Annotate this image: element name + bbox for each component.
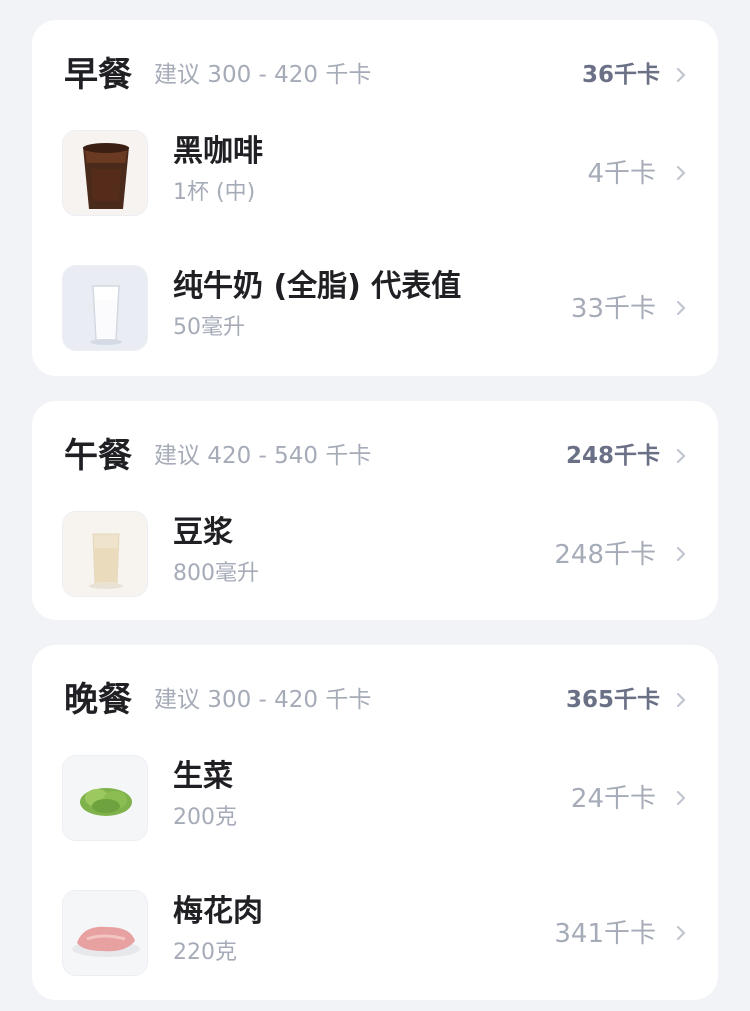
food-amount: 1杯 (中) [173, 180, 256, 205]
pork-icon [62, 890, 148, 976]
food-item-whole-milk[interactable]: 纯牛奶 (全脂) 代表值 50毫升 33千卡 [32, 265, 718, 355]
food-name: 梅花肉 [173, 894, 263, 929]
chevron-right-icon[interactable] [674, 449, 688, 463]
meal-card-dinner: 晚餐 建议 300 - 420 千卡 365千卡 生菜 200克 24千卡 梅花… [32, 645, 718, 1000]
food-calories: 33千卡 [570, 294, 656, 324]
chevron-right-icon [674, 791, 688, 805]
meal-suggestion: 建议 300 - 420 千卡 [154, 687, 372, 713]
chevron-right-icon [674, 301, 688, 315]
meal-suggestion: 建议 420 - 540 千卡 [154, 443, 372, 469]
chevron-right-icon[interactable] [674, 68, 688, 82]
food-calories: 24千卡 [570, 784, 656, 814]
coffee-icon [62, 130, 148, 216]
chevron-right-icon [674, 547, 688, 561]
food-item-soy-milk[interactable]: 豆浆 800毫升 248千卡 [32, 511, 718, 601]
food-name: 黑咖啡 [173, 134, 263, 169]
chevron-right-icon[interactable] [674, 693, 688, 707]
meal-suggestion: 建议 300 - 420 千卡 [154, 62, 372, 88]
food-calories: 248千卡 [554, 540, 656, 570]
meal-title: 早餐 [64, 55, 132, 95]
food-amount: 220克 [173, 940, 237, 965]
meal-total-calories: 36千卡 [581, 62, 660, 88]
meal-total-calories: 248千卡 [565, 443, 660, 469]
lettuce-icon [62, 755, 148, 841]
food-item-black-coffee[interactable]: 黑咖啡 1杯 (中) 4千卡 [32, 130, 718, 220]
milk-glass-icon [62, 265, 148, 351]
food-name: 豆浆 [173, 515, 233, 550]
food-amount: 200克 [173, 805, 237, 830]
meal-title: 晚餐 [64, 680, 132, 720]
chevron-right-icon [674, 166, 688, 180]
food-amount: 800毫升 [173, 561, 259, 586]
meal-title: 午餐 [64, 436, 132, 476]
food-item-lettuce[interactable]: 生菜 200克 24千卡 [32, 755, 718, 845]
food-name: 纯牛奶 (全脂) 代表值 [173, 269, 462, 304]
meal-total-calories: 365千卡 [565, 687, 660, 713]
food-name: 生菜 [173, 759, 233, 794]
diet-log-page: 早餐 建议 300 - 420 千卡 36千卡 黑咖啡 1杯 (中) 4千卡 纯… [0, 0, 750, 1011]
food-item-pork-shoulder[interactable]: 梅花肉 220克 341千卡 [32, 890, 718, 980]
meal-card-breakfast: 早餐 建议 300 - 420 千卡 36千卡 黑咖啡 1杯 (中) 4千卡 纯… [32, 20, 718, 376]
food-amount: 50毫升 [173, 315, 245, 340]
meal-card-lunch: 午餐 建议 420 - 540 千卡 248千卡 豆浆 800毫升 248千卡 [32, 401, 718, 620]
chevron-right-icon [674, 926, 688, 940]
soy-milk-icon [62, 511, 148, 597]
food-calories: 341千卡 [554, 919, 656, 949]
food-calories: 4千卡 [587, 159, 656, 189]
